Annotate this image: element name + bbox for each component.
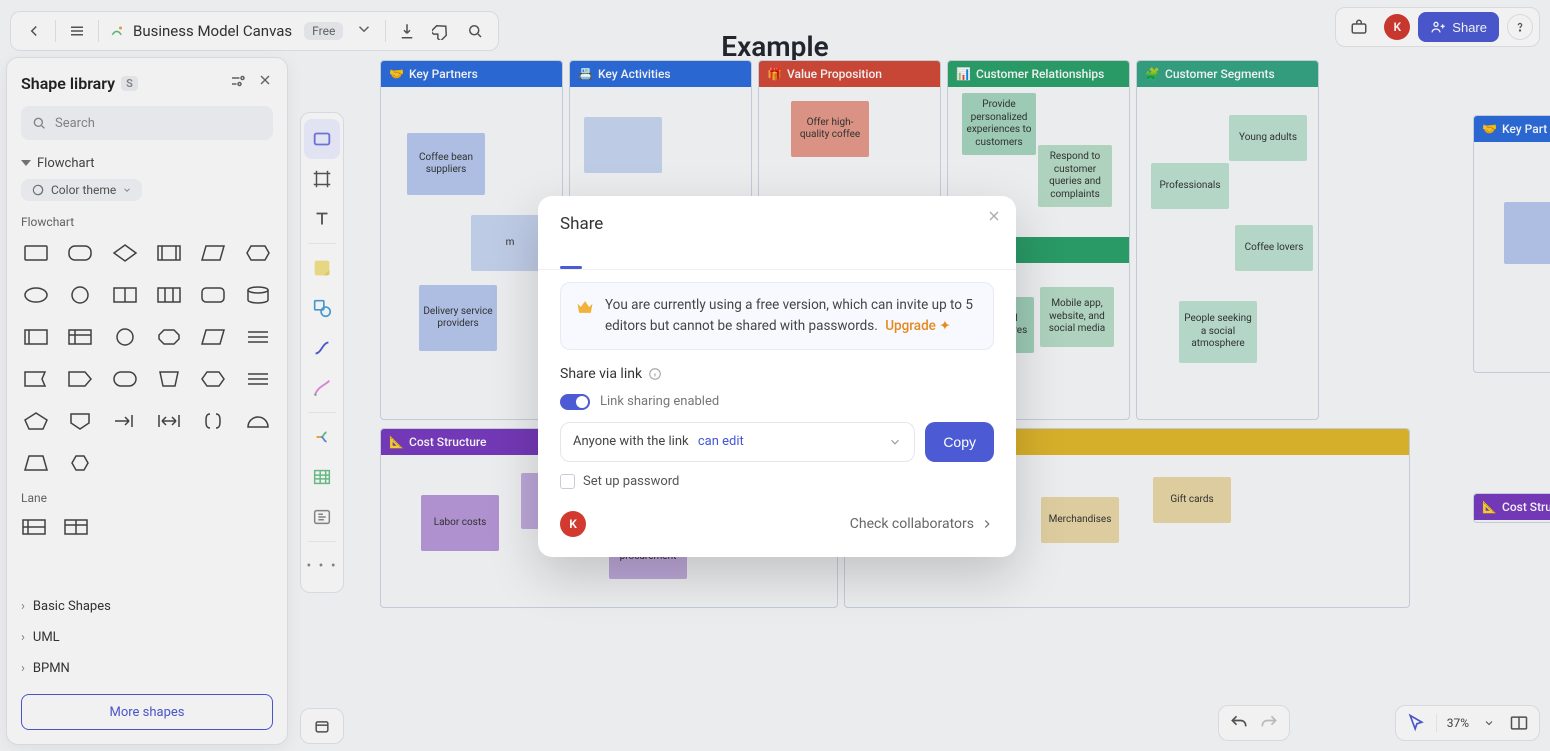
upgrade-link[interactable]: Upgrade ✦ bbox=[885, 318, 950, 334]
share-modal: Share You are currently using a free ver… bbox=[538, 196, 1016, 557]
link-sharing-status: Link sharing enabled bbox=[600, 394, 719, 409]
modal-avatar[interactable]: K bbox=[560, 511, 586, 537]
crown-icon bbox=[575, 297, 595, 337]
upgrade-banner: You are currently using a free version, … bbox=[560, 282, 994, 350]
info-icon[interactable] bbox=[648, 367, 662, 381]
password-checkbox[interactable] bbox=[560, 474, 575, 489]
link-sharing-toggle[interactable] bbox=[560, 394, 590, 410]
chevron-down-icon bbox=[888, 435, 902, 449]
password-checkbox-row[interactable]: Set up password bbox=[560, 474, 994, 489]
link-permission: can edit bbox=[698, 434, 744, 449]
modal-title: Share bbox=[560, 214, 994, 234]
modal-close-button[interactable] bbox=[986, 208, 1002, 229]
copy-link-button[interactable]: Copy bbox=[925, 422, 994, 462]
link-permission-select[interactable]: Anyone with the link can edit bbox=[560, 422, 915, 462]
link-audience: Anyone with the link bbox=[573, 434, 689, 449]
share-via-link-label: Share via link bbox=[560, 366, 994, 382]
check-collaborators-link[interactable]: Check collaborators bbox=[850, 516, 994, 532]
modal-tabs bbox=[538, 242, 1016, 270]
password-label: Set up password bbox=[583, 474, 679, 489]
